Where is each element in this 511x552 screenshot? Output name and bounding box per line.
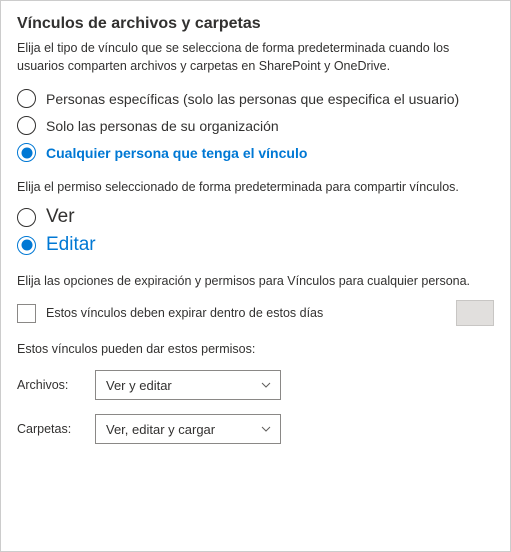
radio-view[interactable]: Ver xyxy=(17,206,494,228)
expiration-intro: Elija las opciones de expiración y permi… xyxy=(17,274,494,288)
radio-org-only[interactable]: Solo las personas de su organización xyxy=(17,116,494,135)
permissions-label: Estos vínculos pueden dar estos permisos… xyxy=(17,342,494,356)
files-select[interactable]: Ver y editar xyxy=(95,370,281,400)
permission-intro: Elija el permiso seleccionado de forma p… xyxy=(17,180,494,194)
section-title: Vínculos de archivos y carpetas xyxy=(17,15,494,33)
files-select-value: Ver y editar xyxy=(106,378,172,393)
radio-label: Cualquier persona que tenga el vínculo xyxy=(46,145,307,161)
radio-anyone[interactable]: Cualquier persona que tenga el vínculo xyxy=(17,143,494,162)
folders-label: Carpetas: xyxy=(17,422,95,436)
radio-icon xyxy=(17,89,36,108)
link-type-radio-group: Personas específicas (solo las personas … xyxy=(17,89,494,162)
radio-icon xyxy=(17,116,36,135)
folders-select[interactable]: Ver, editar y cargar xyxy=(95,414,281,444)
radio-icon xyxy=(17,236,36,255)
radio-specific-people[interactable]: Personas específicas (solo las personas … xyxy=(17,89,494,108)
expiration-checkbox-label: Estos vínculos deben expirar dentro de e… xyxy=(46,306,446,320)
folders-select-value: Ver, editar y cargar xyxy=(106,422,215,437)
expiration-days-input[interactable] xyxy=(456,300,494,326)
radio-icon xyxy=(17,208,36,227)
radio-icon xyxy=(17,143,36,162)
chevron-down-icon xyxy=(260,379,272,391)
files-label: Archivos: xyxy=(17,378,95,392)
section-intro: Elija el tipo de vínculo que se seleccio… xyxy=(17,39,494,75)
chevron-down-icon xyxy=(260,423,272,435)
radio-label: Editar xyxy=(46,234,96,256)
radio-label: Solo las personas de su organización xyxy=(46,118,279,134)
files-row: Archivos: Ver y editar xyxy=(17,370,494,400)
expiration-checkbox[interactable] xyxy=(17,304,36,323)
radio-edit[interactable]: Editar xyxy=(17,234,494,256)
expiration-row: Estos vínculos deben expirar dentro de e… xyxy=(17,300,494,326)
radio-label: Ver xyxy=(46,206,75,228)
radio-label: Personas específicas (solo las personas … xyxy=(46,91,459,107)
folders-row: Carpetas: Ver, editar y cargar xyxy=(17,414,494,444)
permission-radio-group: Ver Editar xyxy=(17,206,494,256)
